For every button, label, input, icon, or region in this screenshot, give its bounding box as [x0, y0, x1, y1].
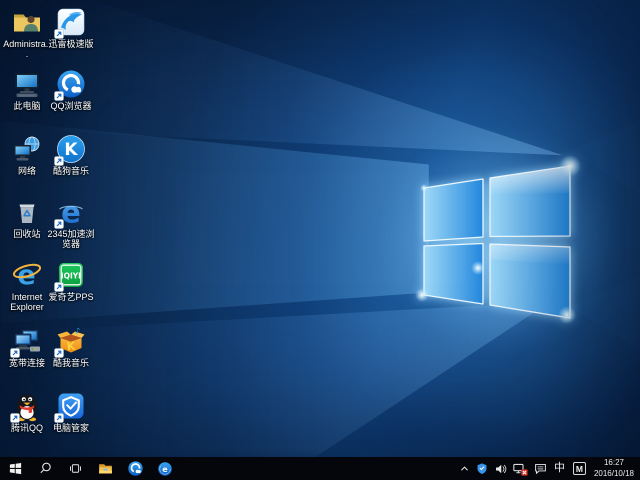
desktop-icon-network[interactable]: 网络 — [3, 133, 51, 176]
tray-ime-language-indicator[interactable]: 中 — [550, 457, 569, 480]
search-button[interactable] — [30, 457, 60, 480]
shortcut-arrow-badge — [10, 348, 20, 358]
desktop-icon-kuwo[interactable]: K ♪ 酷我音乐 — [47, 325, 95, 368]
e-glyph: e — [162, 465, 168, 474]
desktop-icon-iqiyi[interactable]: iQIYI 爱奇艺PPS — [47, 259, 95, 302]
kugou-k-glyph: K — [64, 140, 78, 160]
qq-browser-icon — [127, 460, 144, 477]
tray-pc-manager-shield-icon[interactable] — [473, 457, 491, 480]
icon-label: 迅雷极速版 — [47, 39, 95, 49]
task-view-button[interactable] — [60, 457, 90, 480]
icon-label: 2345加速浏览器 — [47, 229, 95, 250]
icon-label: 此电脑 — [3, 101, 51, 111]
desktop-icon-xunlei[interactable]: 迅雷极速版 — [47, 6, 95, 49]
icon-label: 电脑管家 — [47, 423, 95, 433]
file-explorer-button[interactable] — [90, 457, 120, 480]
network-globe-icon — [11, 133, 43, 165]
icon-label: 爱奇艺PPS — [47, 292, 95, 302]
shortcut-arrow-badge — [54, 29, 64, 39]
icon-label: 网络 — [3, 166, 51, 176]
tray-action-center-icon[interactable] — [531, 457, 550, 480]
icon-label: 宽带连接 — [3, 358, 51, 368]
clock-time: 16:27 — [594, 458, 634, 468]
search-icon — [38, 461, 53, 476]
start-button[interactable] — [0, 457, 30, 480]
iqiyi-glyph: iQIYI — [61, 272, 81, 281]
desktop-icon-kugou[interactable]: K 酷狗音乐 — [47, 133, 95, 176]
desktop-icon-administrator[interactable]: Administra... — [3, 6, 51, 60]
desktop-icon-2345-browser[interactable]: e 2345加速浏览器 — [47, 196, 95, 250]
2345-browser-e-icon: e — [157, 461, 173, 477]
file-explorer-folder-icon — [97, 460, 114, 477]
desktop-icon-tencent-qq[interactable]: 腾讯QQ — [3, 390, 51, 433]
shortcut-arrow-badge — [54, 348, 64, 358]
windows-desktop: Administra... 迅雷极速版 此电脑 — [0, 0, 640, 480]
icon-label: Administra... — [3, 39, 51, 60]
desktop-icon-qq-browser[interactable]: QQ浏览器 — [47, 68, 95, 111]
icon-label: 回收站 — [3, 229, 51, 239]
tray-volume-icon[interactable] — [491, 457, 510, 480]
music-note-glyph: ♪ — [75, 327, 80, 336]
shortcut-arrow-badge — [54, 219, 64, 229]
tray-clock[interactable]: 16:27 2016/10/18 — [590, 458, 640, 479]
taskbar: e — [0, 457, 640, 480]
vignette — [0, 0, 640, 457]
desktop-icon-recycle-bin[interactable]: 回收站 — [3, 196, 51, 239]
e-glyph: e — [61, 196, 81, 228]
taskbar-2345-browser-button[interactable]: e — [150, 457, 180, 480]
desktop-icon-broadband[interactable]: 宽带连接 — [3, 325, 51, 368]
windows-start-icon — [8, 461, 23, 476]
taskbar-qq-browser-button[interactable] — [120, 457, 150, 480]
icon-label: 腾讯QQ — [3, 423, 51, 433]
taskbar-left: e — [0, 457, 180, 480]
shortcut-arrow-badge — [54, 156, 64, 166]
icon-label: Internet Explorer — [3, 292, 51, 313]
icon-label: 酷我音乐 — [47, 358, 95, 368]
clock-date: 2016/10/18 — [594, 469, 634, 479]
desktop-icon-internet-explorer[interactable]: e Internet Explorer — [3, 259, 51, 313]
recycle-bin-icon — [11, 196, 43, 228]
system-tray: 中 M 16:27 2016/10/18 — [456, 457, 640, 480]
desktop-icon-pc-manager[interactable]: 电脑管家 — [47, 390, 95, 433]
shortcut-arrow-badge — [54, 282, 64, 292]
tray-chevron-up-icon[interactable] — [456, 457, 473, 480]
shortcut-arrow-badge — [10, 413, 20, 423]
shortcut-arrow-badge — [54, 413, 64, 423]
computer-monitor-icon — [11, 68, 43, 100]
internet-explorer-icon: e — [11, 259, 43, 291]
tray-ime-method-badge[interactable]: M — [573, 462, 586, 475]
shortcut-arrow-badge — [54, 91, 64, 101]
icon-label: QQ浏览器 — [47, 101, 95, 111]
icon-label: 酷狗音乐 — [47, 166, 95, 176]
desktop-icon-this-pc[interactable]: 此电脑 — [3, 68, 51, 111]
tray-network-error-icon[interactable] — [510, 457, 531, 480]
user-folder-icon — [11, 6, 43, 38]
task-view-icon — [68, 461, 83, 476]
desktop-background[interactable] — [0, 0, 640, 457]
